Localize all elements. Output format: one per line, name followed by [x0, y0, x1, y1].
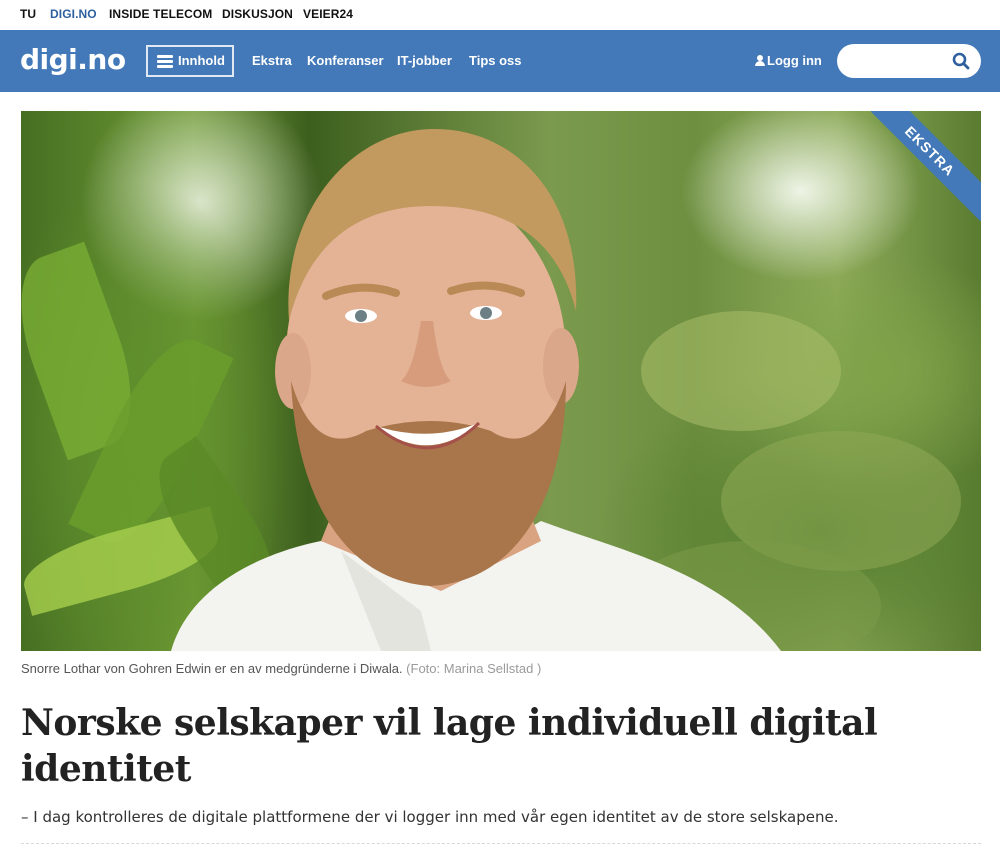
hero-image: EKSTRA — [21, 111, 981, 651]
network-link-tu[interactable]: TU — [20, 7, 36, 21]
search-input[interactable] — [851, 51, 951, 71]
network-bar: TU DIGI.NO INSIDE TELECOM DISKUSJON VEIE… — [0, 0, 1000, 30]
login-label: Logg inn — [767, 53, 822, 68]
nav-link-konferanser[interactable]: Konferanser — [307, 53, 384, 68]
network-link-veier24[interactable]: VEIER24 — [303, 7, 353, 21]
photo-credit: (Foto: Marina Sellstad ) — [406, 661, 542, 676]
nav-link-it-jobber[interactable]: IT-jobber — [397, 53, 452, 68]
user-icon — [755, 55, 765, 66]
content-menu-label: Innhold — [178, 53, 225, 68]
site-logo[interactable]: digi.no — [20, 43, 126, 76]
article-lead: – I dag kontrolleres de digitale plattfo… — [21, 808, 839, 826]
network-link-digi[interactable]: DIGI.NO — [50, 7, 97, 21]
divider — [21, 843, 981, 844]
portrait-photo — [171, 128, 781, 651]
ekstra-ribbon: EKSTRA — [871, 111, 981, 221]
login-button[interactable]: Logg inn — [755, 53, 822, 68]
ekstra-ribbon-label: EKSTRA — [871, 111, 981, 221]
network-link-inside-telecom[interactable]: INSIDE TELECOM — [109, 7, 212, 21]
search-icon[interactable] — [952, 52, 970, 70]
article-title: Norske selskaper vil lage individuell di… — [21, 702, 878, 790]
search-box — [837, 44, 981, 78]
hamburger-icon — [157, 55, 173, 68]
network-link-diskusjon[interactable]: DISKUSJON — [222, 7, 293, 21]
main-nav: digi.no Innhold Ekstra Konferanser IT-jo… — [0, 30, 1000, 92]
nav-link-tips-oss[interactable]: Tips oss — [469, 53, 522, 68]
nav-link-ekstra[interactable]: Ekstra — [252, 53, 292, 68]
image-caption: Snorre Lothar von Gohren Edwin er en av … — [21, 661, 541, 676]
content-menu-button[interactable]: Innhold — [146, 45, 234, 77]
caption-text: Snorre Lothar von Gohren Edwin er en av … — [21, 661, 403, 676]
